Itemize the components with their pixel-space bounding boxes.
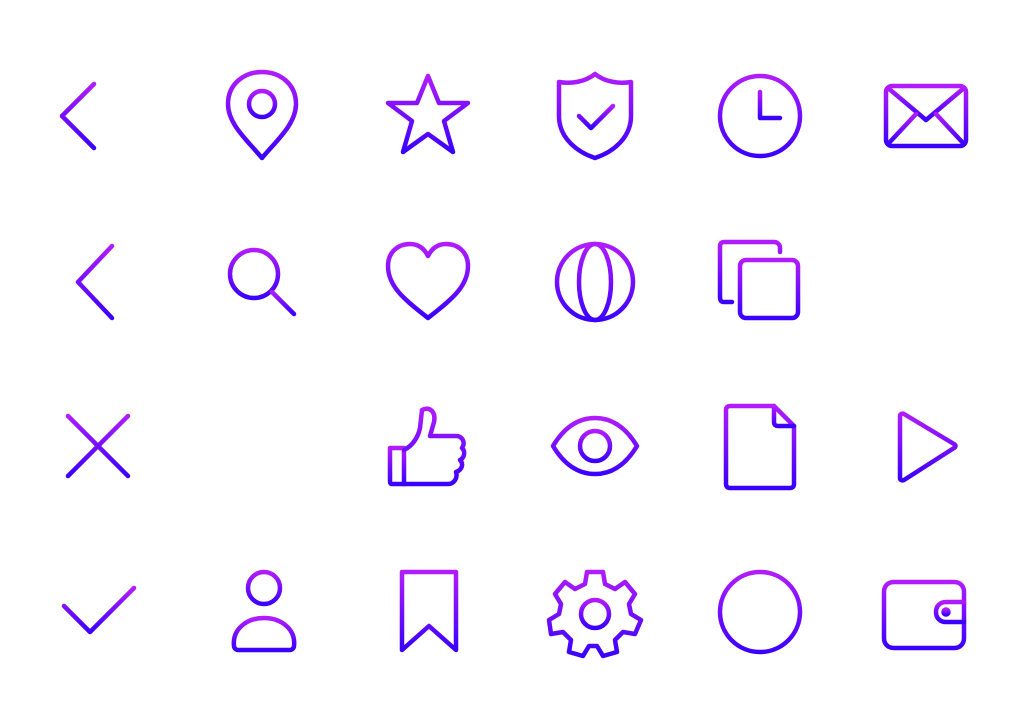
- menu-icon: [212, 398, 312, 498]
- heart-icon: [378, 232, 478, 332]
- thumbs-up-icon: [378, 398, 478, 498]
- gear-icon: [545, 562, 645, 662]
- close-icon: [48, 398, 148, 498]
- wallet-icon: [876, 562, 976, 662]
- globe-icon: [545, 232, 645, 332]
- plus-icon: [876, 232, 976, 332]
- arrow-left-icon: [48, 66, 148, 166]
- alert-circle-icon: [710, 562, 810, 662]
- shield-check-icon: [545, 66, 645, 166]
- eye-icon: [545, 398, 645, 498]
- clock-icon: [710, 66, 810, 166]
- check-icon: [48, 562, 148, 662]
- mail-icon: [876, 66, 976, 166]
- star-icon: [378, 66, 478, 166]
- search-icon: [212, 232, 312, 332]
- document-icon: [710, 398, 810, 498]
- icon-grid: [0, 0, 1024, 728]
- user-icon: [212, 562, 312, 662]
- play-icon: [876, 398, 976, 498]
- chevron-left-icon: [48, 232, 148, 332]
- bookmark-icon: [378, 562, 478, 662]
- copy-icon: [710, 232, 810, 332]
- location-pin-icon: [212, 66, 312, 166]
